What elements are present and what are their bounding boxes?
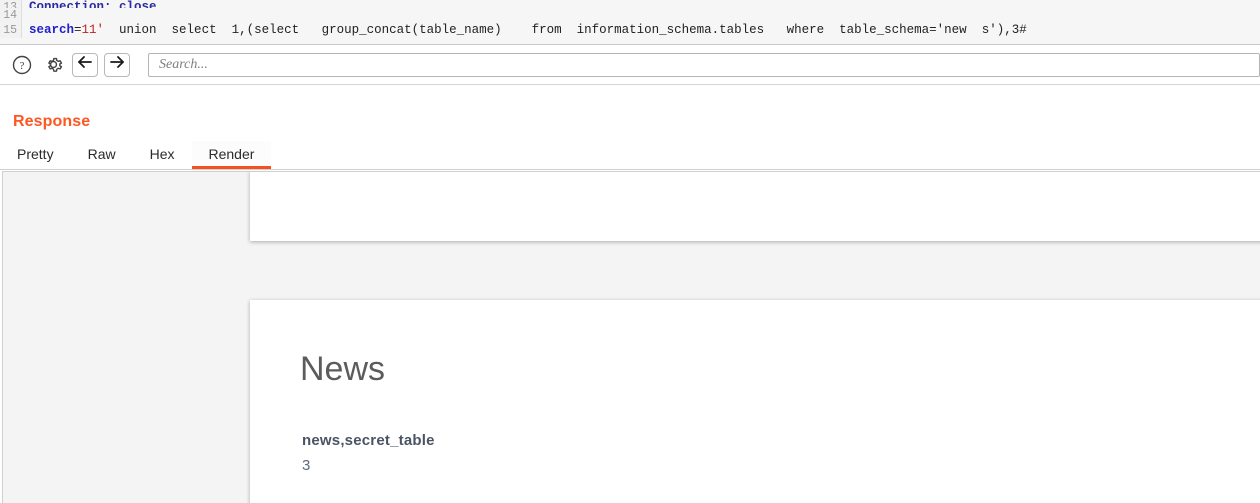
page-title: News [300,350,386,388]
code-token-equals: = [74,23,82,37]
forward-button[interactable] [104,52,130,77]
news-item-value: 3 [302,457,311,474]
tab-pretty[interactable]: Pretty [0,141,71,169]
arrow-left-icon [77,55,93,74]
tab-render[interactable]: Render [191,141,272,169]
tab-hex[interactable]: Hex [133,141,192,169]
news-list: news,secret_table 3 [300,432,1260,474]
response-tab-bar: Pretty Raw Hex Render [0,141,1260,170]
search-input[interactable] [157,55,1259,74]
tab-raw[interactable]: Raw [71,141,133,169]
editor-line-14: 14 [0,8,1260,23]
line-number-gutter: 13 [0,0,22,8]
editor-line-15: 15 search=11' union select 1,(select gro… [0,23,1260,38]
editor-line-13: 13 Connection: close [0,0,1260,8]
rendered-header-card [250,172,1260,241]
line-number-gutter: 14 [0,8,22,23]
request-editor-pane[interactable]: 13 Connection: close 14 15 search=11' un… [0,0,1260,45]
rendered-response-view[interactable]: News news,secret_table 3 [2,171,1260,503]
news-item-title: news,secret_table [302,432,435,449]
response-toolbar: ? [0,45,1260,85]
svg-text:?: ? [20,60,25,72]
code-token-header: Connection: close [29,0,157,8]
code-token-value: 11' [81,23,105,37]
question-circle-icon[interactable]: ? [10,53,34,77]
arrow-right-icon [109,55,125,74]
code-token-param-name: search [29,23,75,37]
line-number-gutter: 15 [0,23,22,38]
code-token-sql-payload: union select 1,(select group_concat(tabl… [104,23,1027,37]
editor-line-content: search=11' union select 1,(select group_… [22,23,1027,38]
rendered-content-card: News news,secret_table 3 [250,300,1260,503]
response-section-title: Response [13,113,91,130]
list-item: news,secret_table 3 [300,432,1260,474]
gear-icon[interactable] [41,53,65,77]
editor-line-content: Connection: close [22,0,157,8]
back-button[interactable] [72,52,98,77]
search-box[interactable] [148,52,1260,77]
